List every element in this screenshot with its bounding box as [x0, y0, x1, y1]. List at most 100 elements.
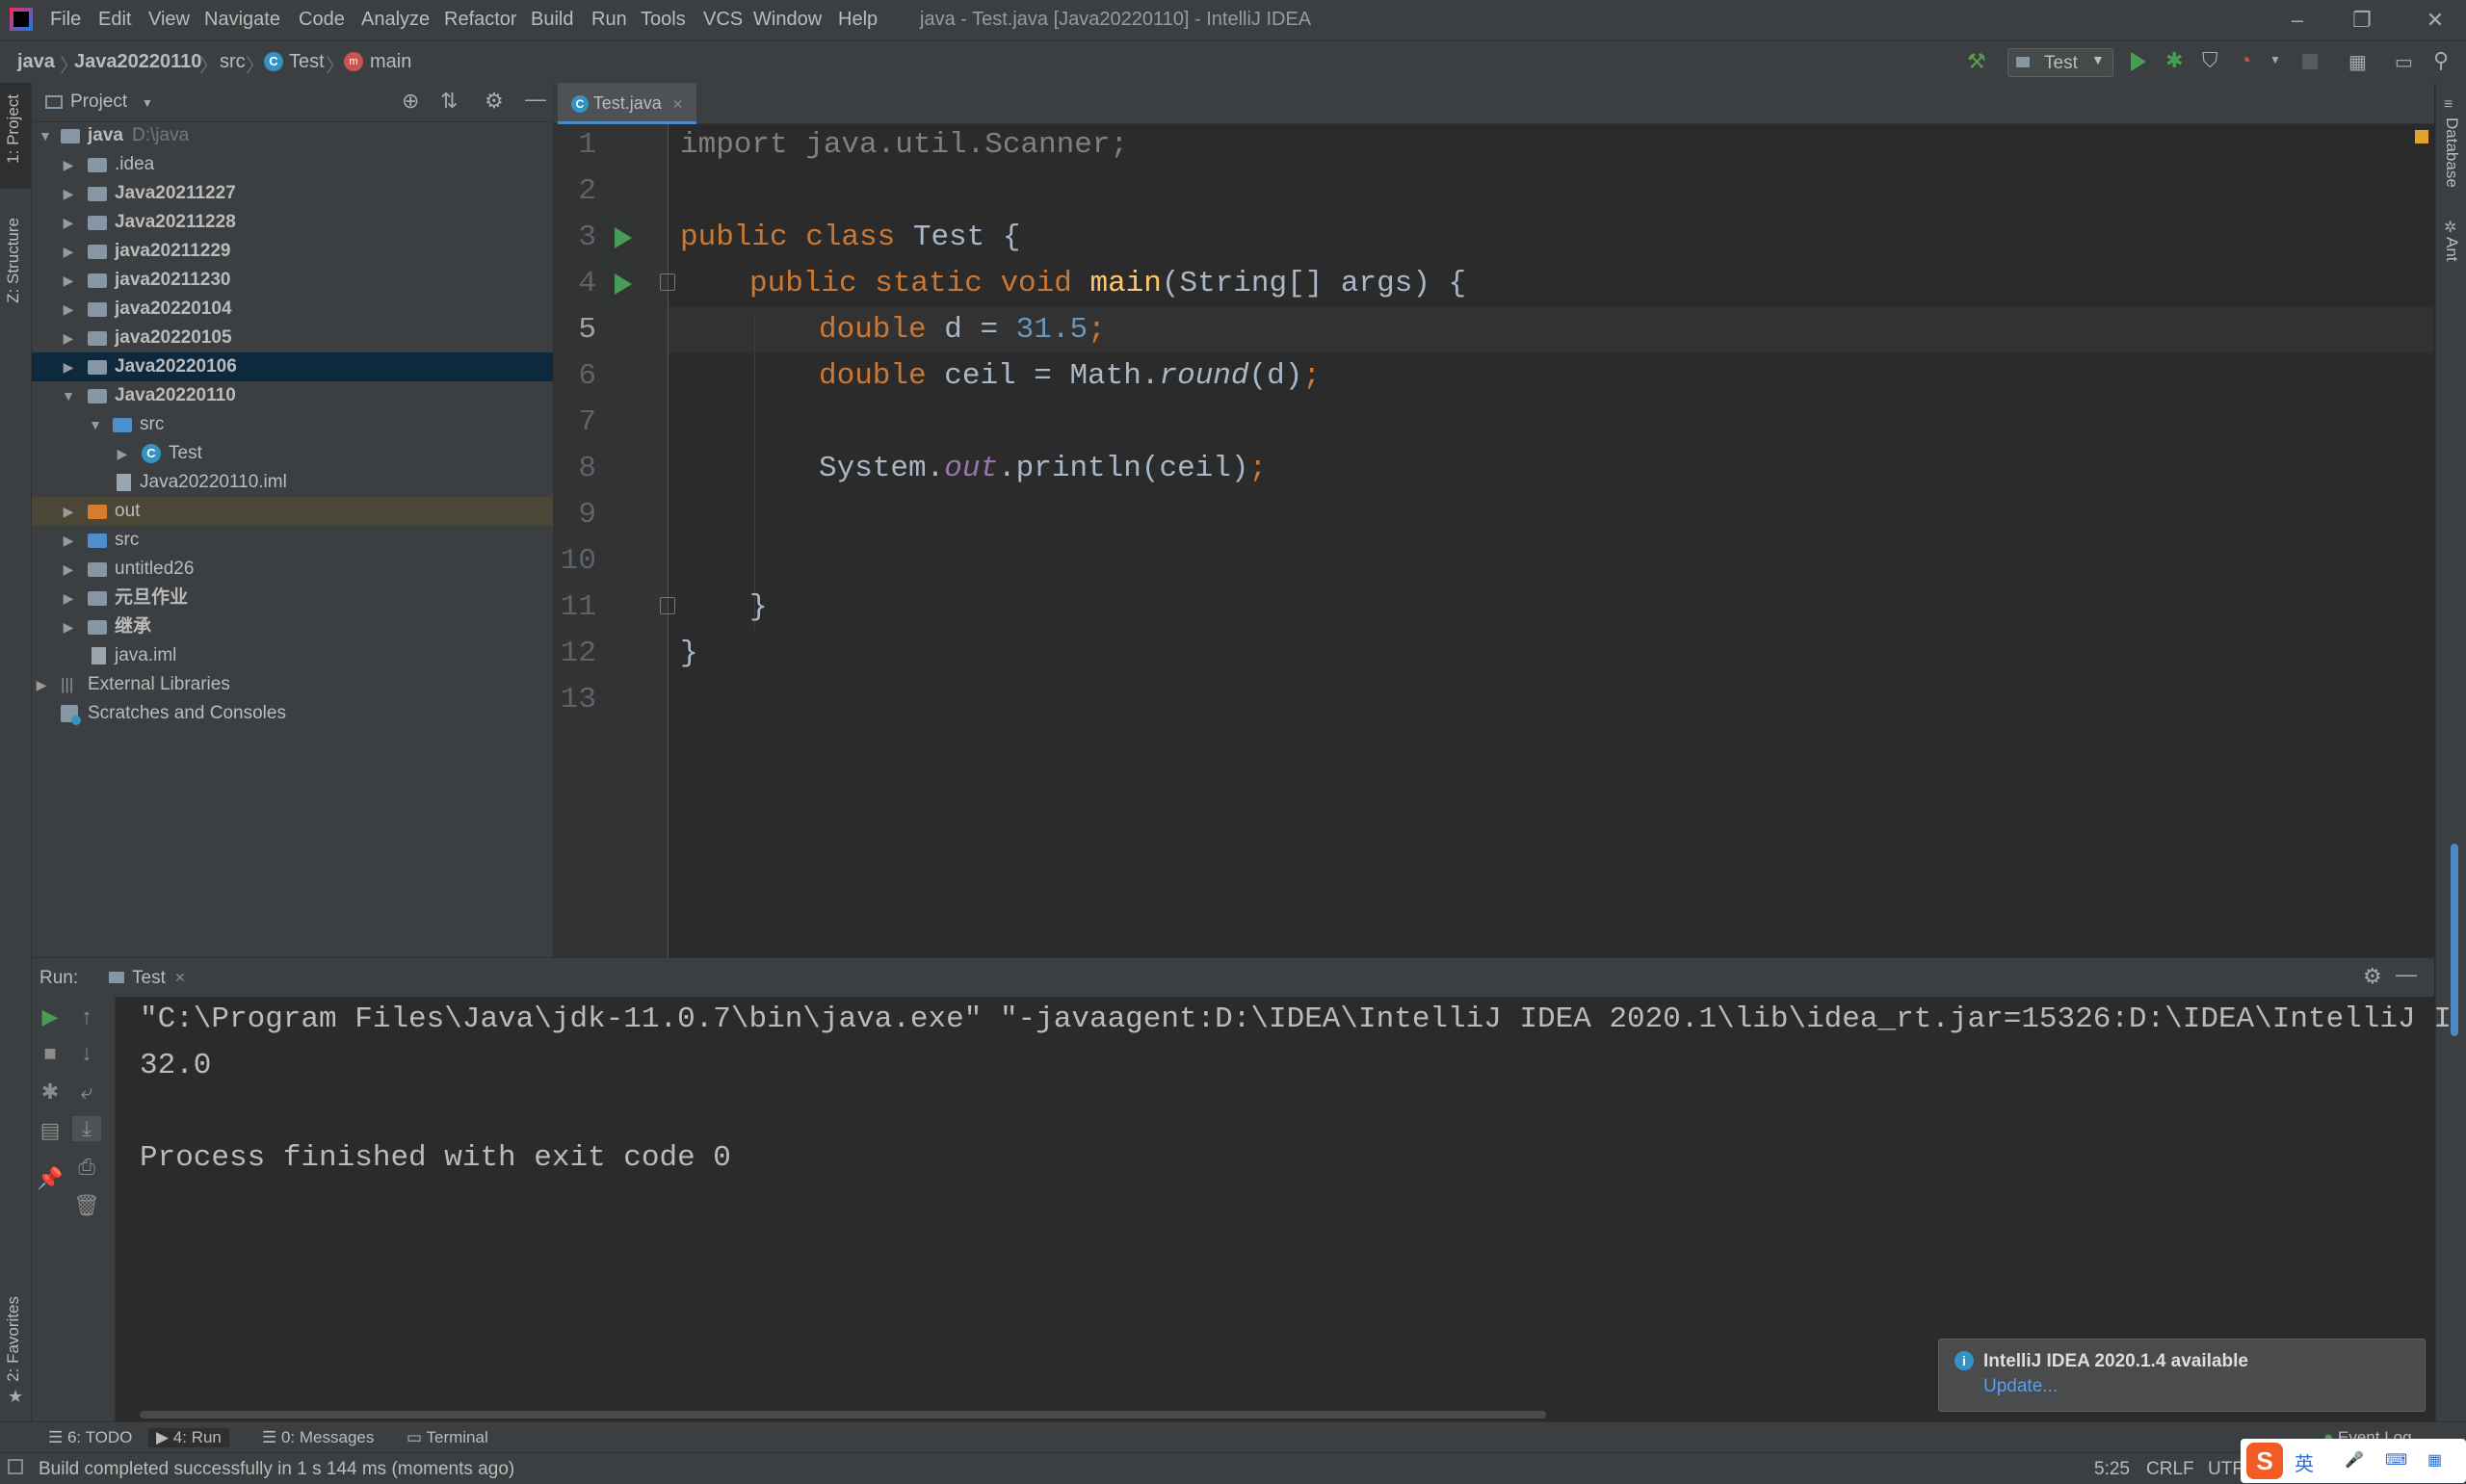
collapsed-arrow-icon[interactable]: ▶ — [32, 670, 51, 699]
tree-item[interactable]: ▶ 继承 — [32, 612, 553, 641]
collapse-all-icon[interactable]: ⇅ — [440, 89, 458, 114]
debug-icon[interactable]: ✱ — [2165, 48, 2183, 73]
menu-tools[interactable]: Tools — [641, 9, 686, 31]
stop-icon[interactable]: ■ — [36, 1041, 65, 1066]
tree-item[interactable]: Java20220110.iml — [32, 468, 553, 497]
hide-icon[interactable]: — — [2396, 962, 2417, 987]
tree-item[interactable]: ▼ Java20220110 — [32, 381, 553, 410]
coverage-icon[interactable]: ⛉ — [2202, 48, 2218, 73]
menu-build[interactable]: Build — [531, 9, 573, 31]
collapsed-arrow-icon[interactable]: ▶ — [59, 150, 78, 179]
tree-item[interactable]: ▶ java20220105 — [32, 324, 553, 352]
collapsed-arrow-icon[interactable]: ▶ — [59, 555, 78, 584]
run-config-select[interactable]: Test ▼ — [2007, 48, 2113, 77]
menu-analyze[interactable]: Analyze — [361, 9, 430, 31]
keyboard-icon[interactable]: ⌨ — [2385, 1450, 2407, 1470]
tree-item[interactable]: ▶ java20220104 — [32, 295, 553, 324]
terminal-tab[interactable]: ▭ Terminal — [407, 1428, 488, 1447]
chevron-down-icon[interactable]: ▼ — [142, 96, 153, 110]
print-icon[interactable]: ⎙ — [72, 1155, 101, 1180]
profile-icon[interactable]: ◔ — [2239, 48, 2251, 73]
project-structure-icon[interactable]: ▦ — [2348, 50, 2367, 74]
menu-view[interactable]: View — [148, 9, 190, 31]
collapsed-arrow-icon[interactable]: ▶ — [59, 612, 78, 641]
tree-item[interactable]: Scratches and Consoles — [32, 699, 553, 728]
tree-item-root[interactable]: ▼ java D:\java — [32, 121, 553, 150]
pin-icon[interactable]: 📌 — [36, 1166, 65, 1191]
menu-vcs[interactable]: VCS — [703, 9, 743, 31]
gear-icon[interactable]: ⚙ — [485, 89, 504, 114]
tree-item[interactable]: java.iml — [32, 641, 553, 670]
collapsed-arrow-icon[interactable]: ▶ — [59, 324, 78, 352]
vertical-scrollbar[interactable] — [2451, 844, 2458, 1036]
terminal-window-icon[interactable]: ▭ — [2395, 50, 2413, 74]
tree-item[interactable]: ▶ out — [32, 497, 553, 526]
update-notification[interactable]: i IntelliJ IDEA 2020.1.4 available Updat… — [1938, 1339, 2426, 1412]
menu-help[interactable]: Help — [838, 9, 878, 31]
restore-icon[interactable]: ❐ — [2343, 6, 2381, 35]
expanded-arrow-icon[interactable]: ▼ — [59, 381, 78, 410]
status-toggle-icon[interactable] — [8, 1459, 23, 1474]
run-gutter-icon[interactable] — [615, 227, 632, 248]
project-view-select[interactable]: Project — [70, 91, 127, 113]
ime-toolbar[interactable]: S 英 🎤 ⌨ ▦ — [2241, 1439, 2466, 1483]
profile-dropdown-icon[interactable]: ▼ — [2269, 53, 2281, 66]
collapsed-arrow-icon[interactable]: ▶ — [59, 352, 78, 381]
code-editor[interactable]: 1 2 3 4 5 6 7 8 9 10 11 12 13 import jav… — [554, 124, 2434, 957]
run-icon[interactable] — [2131, 52, 2146, 71]
caret-position[interactable]: 5:25 — [2094, 1459, 2130, 1480]
update-link[interactable]: Update... — [1983, 1376, 2058, 1397]
tree-item-selected[interactable]: ▶ Java20220106 — [32, 352, 553, 381]
editor-tab-test-java[interactable]: C Test.java ✕ — [558, 83, 697, 125]
debug-icon[interactable]: ✱ — [36, 1080, 65, 1105]
collapsed-arrow-icon[interactable]: ▶ — [59, 584, 78, 612]
fold-icon[interactable] — [660, 597, 675, 614]
collapsed-arrow-icon[interactable]: ▶ — [59, 179, 78, 208]
search-icon[interactable]: ⚲ — [2433, 48, 2449, 73]
collapsed-arrow-icon[interactable]: ▶ — [59, 295, 78, 324]
breadcrumb-java[interactable]: java — [17, 51, 55, 73]
close-tab-icon[interactable]: ✕ — [672, 96, 684, 112]
tree-item[interactable]: ▶ .idea — [32, 150, 553, 179]
locate-icon[interactable]: ⊕ — [402, 89, 419, 114]
build-hammer-icon[interactable]: ⚒ — [1967, 49, 1986, 74]
tree-item[interactable]: ▶ Java20211228 — [32, 208, 553, 237]
tree-item[interactable]: ▼ src — [32, 410, 553, 439]
structure-tab-label[interactable]: Z: Structure — [4, 218, 23, 303]
collapsed-arrow-icon[interactable]: ▶ — [59, 266, 78, 295]
expanded-arrow-icon[interactable]: ▼ — [36, 121, 55, 150]
breadcrumb-module[interactable]: Java20220110 — [74, 51, 201, 73]
collapsed-arrow-icon[interactable]: ▶ — [59, 497, 78, 526]
tree-item[interactable]: ▶ java20211229 — [32, 237, 553, 266]
close-icon[interactable]: ✕ — [2416, 6, 2454, 35]
down-arrow-icon[interactable]: ↓ — [72, 1041, 101, 1066]
breadcrumb-src[interactable]: src — [220, 51, 246, 73]
line-separator[interactable]: CRLF — [2146, 1459, 2194, 1480]
database-tab-label[interactable]: Database — [2442, 117, 2461, 188]
horizontal-scrollbar[interactable] — [140, 1411, 1546, 1419]
menu-code[interactable]: Code — [299, 9, 345, 31]
menu-run[interactable]: Run — [591, 9, 627, 31]
stop-icon[interactable] — [2302, 54, 2318, 69]
tree-item[interactable]: ▶ Java20211227 — [32, 179, 553, 208]
up-arrow-icon[interactable]: ↑ — [72, 1004, 101, 1029]
fold-icon[interactable] — [660, 273, 675, 291]
breadcrumb-method[interactable]: main — [370, 51, 411, 73]
hide-icon[interactable]: — — [525, 87, 546, 112]
run-tool-tab[interactable]: ▶ 4: Run — [148, 1428, 229, 1447]
project-tool-tab[interactable]: 1: Project — [0, 83, 31, 189]
run-tab-test[interactable]: Test ✕ — [101, 958, 224, 997]
collapsed-arrow-icon[interactable]: ▶ — [59, 237, 78, 266]
menu-file[interactable]: File — [50, 9, 81, 31]
breadcrumb-class[interactable]: Test — [289, 51, 325, 73]
mic-icon[interactable]: 🎤 — [2345, 1450, 2364, 1470]
tree-item[interactable]: ▶ ||| External Libraries — [32, 670, 553, 699]
trash-icon[interactable]: 🗑 — [72, 1193, 101, 1218]
rerun-icon[interactable]: ▶ — [36, 1004, 65, 1029]
menu-edit[interactable]: Edit — [98, 9, 131, 31]
tree-item[interactable]: ▶ untitled26 — [32, 555, 553, 584]
menu-window[interactable]: Window — [753, 9, 822, 31]
soft-wrap-icon[interactable]: ⤶ — [72, 1080, 101, 1105]
expanded-arrow-icon[interactable]: ▼ — [86, 410, 105, 439]
menu-navigate[interactable]: Navigate — [204, 9, 280, 31]
